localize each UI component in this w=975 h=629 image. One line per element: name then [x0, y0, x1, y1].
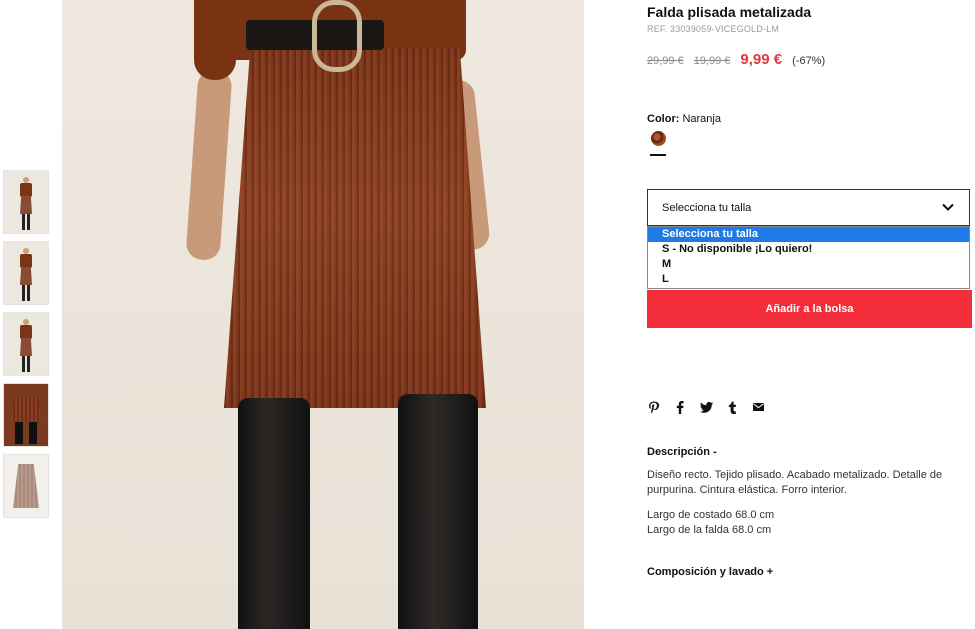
product-reference: REF. 33039059-VICEGOLD-LM: [647, 24, 780, 34]
thumbnail-1[interactable]: [3, 170, 49, 234]
size-option-l[interactable]: L: [648, 272, 969, 287]
price-current: 9,99 €: [740, 51, 783, 68]
selected-swatch-indicator: [650, 154, 666, 156]
size-dropdown-list: Selecciona tu talla S - No disponible ¡L…: [647, 226, 970, 289]
color-label: Color:: [647, 113, 680, 125]
description-toggle[interactable]: Descripción -: [647, 446, 717, 458]
color-value: Naranja: [682, 113, 721, 125]
discount-badge: (-67%): [792, 55, 826, 67]
price-row: 29,99 € 19,99 € 9,99 € (-67%): [647, 51, 825, 68]
size-option-m[interactable]: M: [648, 257, 969, 272]
price-previous: 19,99 €: [693, 55, 731, 67]
thumbnail-5[interactable]: [3, 454, 49, 518]
pinterest-icon[interactable]: [647, 400, 661, 414]
facebook-icon[interactable]: [673, 400, 687, 414]
tumblr-icon[interactable]: [725, 400, 739, 414]
thumbnail-gallery: [3, 170, 49, 525]
twitter-icon[interactable]: [699, 400, 713, 414]
side-length: Largo de costado 68.0 cm: [647, 509, 775, 521]
email-icon[interactable]: [751, 400, 765, 414]
color-swatch-naranja[interactable]: [651, 131, 666, 146]
size-select-label: Selecciona tu talla: [662, 202, 752, 214]
thumbnail-4[interactable]: [3, 383, 49, 447]
add-to-bag-button[interactable]: Añadir a la bolsa: [647, 290, 972, 328]
thumbnail-2[interactable]: [3, 241, 49, 305]
chevron-down-icon: [942, 203, 954, 211]
size-option-s[interactable]: S - No disponible ¡Lo quiero!: [648, 242, 969, 257]
description-text: Diseño recto. Tejido plisado. Acabado me…: [647, 469, 943, 496]
size-option-placeholder[interactable]: Selecciona tu talla: [648, 227, 969, 242]
product-main-image[interactable]: [62, 0, 584, 629]
skirt-length: Largo de la falda 68.0 cm: [647, 524, 772, 536]
thumbnail-3[interactable]: [3, 312, 49, 376]
price-original: 29,99 €: [647, 55, 684, 67]
product-title: Falda plisada metalizada: [647, 4, 812, 20]
social-share-row: [647, 400, 765, 414]
size-select[interactable]: Selecciona tu talla: [647, 189, 970, 226]
color-label-row: Color: Naranja: [647, 113, 721, 125]
composition-toggle[interactable]: Composición y lavado +: [647, 566, 773, 578]
